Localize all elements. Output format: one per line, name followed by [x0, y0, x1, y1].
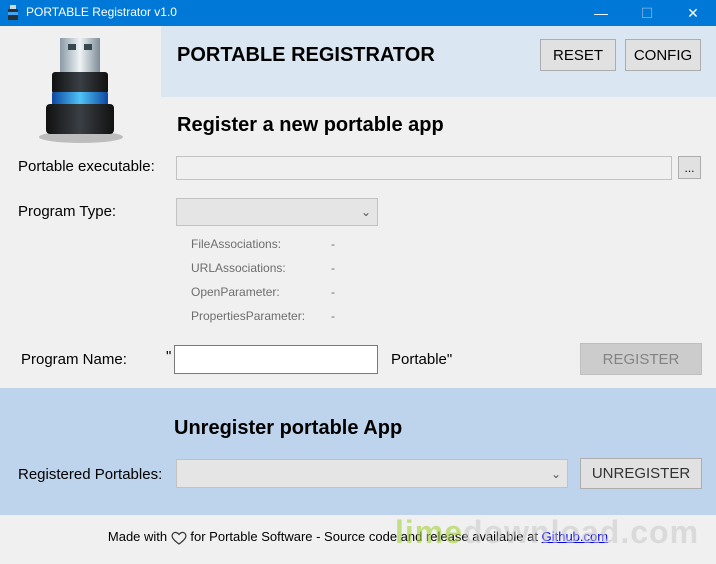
register-section-title: Register a new portable app	[177, 114, 444, 136]
watermark-part1: lime	[395, 514, 464, 550]
info-value-url-associations: -	[331, 261, 335, 275]
chevron-down-icon: ⌄	[360, 205, 371, 219]
register-button[interactable]: REGISTER	[580, 343, 702, 375]
program-name-label: Program Name:	[21, 351, 127, 368]
reset-button[interactable]: RESET	[540, 39, 616, 71]
usb-drive-logo-icon	[39, 38, 123, 143]
usb-drive-icon	[8, 5, 18, 20]
heart-icon	[171, 531, 187, 545]
title-bar: PORTABLE Registrator v1.0 — ☐ ✕	[0, 0, 716, 26]
watermark-logo: limedownload.com	[395, 514, 699, 551]
browse-button[interactable]: ...	[678, 156, 701, 179]
info-value-file-associations: -	[331, 237, 335, 251]
info-label-url-associations: URLAssociations:	[191, 261, 286, 275]
unregister-band	[0, 388, 716, 515]
unregister-button[interactable]: UNREGISTER	[580, 458, 702, 489]
minimize-icon: —	[594, 5, 608, 21]
info-label-open-parameter: OpenParameter:	[191, 285, 280, 299]
info-value-open-parameter: -	[331, 285, 335, 299]
program-name-suffix: Portable"	[391, 351, 453, 368]
app-heading: PORTABLE REGISTRATOR	[177, 44, 435, 66]
registered-portables-select[interactable]: ⌄	[176, 459, 568, 488]
portable-executable-field[interactable]	[176, 156, 672, 180]
close-icon: ✕	[687, 4, 699, 21]
program-name-open-quote: "	[166, 348, 172, 365]
info-label-file-associations: FileAssociations:	[191, 237, 282, 251]
info-value-properties-parameter: -	[331, 309, 335, 323]
config-button[interactable]: CONFIG	[625, 39, 701, 71]
watermark-part2: download.com	[463, 514, 700, 550]
chevron-down-icon: ⌄	[550, 466, 561, 481]
portable-executable-label: Portable executable:	[18, 158, 155, 175]
registered-portables-label: Registered Portables:	[18, 466, 163, 483]
close-button[interactable]: ✕	[670, 0, 716, 26]
minimize-button[interactable]: —	[578, 0, 624, 26]
unregister-section-title: Unregister portable App	[174, 417, 403, 439]
program-type-select[interactable]: ⌄	[176, 198, 378, 226]
program-name-input[interactable]	[174, 345, 378, 374]
footer-prefix: Made with	[107, 529, 168, 544]
info-label-properties-parameter: PropertiesParameter:	[191, 309, 306, 323]
maximize-icon: ☐	[640, 4, 654, 21]
program-type-label: Program Type:	[18, 203, 117, 220]
maximize-button[interactable]: ☐	[624, 0, 670, 26]
window-title: PORTABLE Registrator v1.0	[26, 5, 177, 19]
